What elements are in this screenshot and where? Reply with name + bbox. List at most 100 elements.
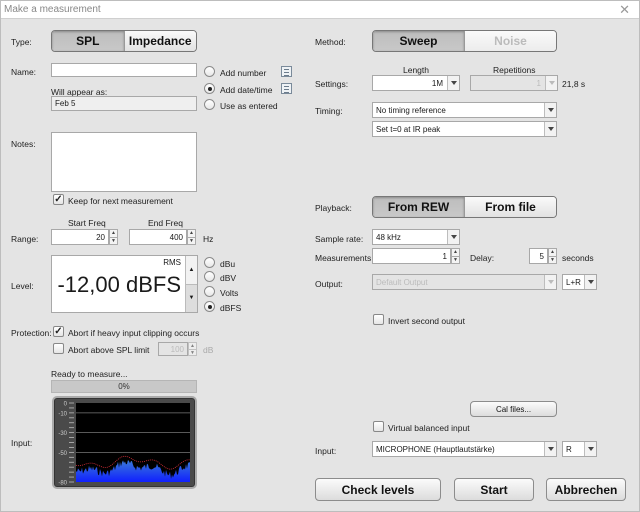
level-up-icon[interactable]: ▲	[186, 256, 197, 284]
timing-reference-select[interactable]: No timing reference	[372, 102, 557, 118]
chevron-down-icon[interactable]	[584, 442, 596, 456]
start-button[interactable]: Start	[454, 478, 534, 501]
unit-dbv-label: dBV	[220, 273, 237, 283]
end-freq-spinner[interactable]: ▲ ▼	[187, 229, 196, 245]
protection-label: Protection:	[11, 328, 52, 338]
add-datetime-radio[interactable]	[204, 83, 215, 94]
measurements-input[interactable]: 1	[372, 248, 451, 264]
length-label: Length	[403, 65, 429, 75]
output-device-select[interactable]: Default Output	[372, 274, 557, 290]
meter-scale-label: -10	[58, 411, 67, 417]
range-label: Range:	[11, 234, 39, 244]
chevron-down-icon[interactable]	[544, 442, 556, 456]
virtual-balanced-label: Virtual balanced input	[388, 423, 470, 433]
unit-dbu-radio[interactable]	[204, 257, 215, 268]
notes-textarea[interactable]	[51, 132, 197, 192]
range-unit: Hz	[203, 234, 214, 244]
use-as-entered-label: Use as entered	[220, 101, 278, 111]
method-sweep-button[interactable]: Sweep	[373, 31, 464, 51]
level-down-icon[interactable]: ▼	[186, 283, 197, 312]
type-impedance-button[interactable]: Impedance	[123, 31, 196, 51]
delay-input[interactable]: 5	[529, 248, 548, 264]
meter-scale-label: -50	[58, 451, 67, 457]
start-freq-input[interactable]: 20	[51, 229, 109, 245]
cal-files-button[interactable]: Cal files...	[470, 401, 557, 417]
progress-bar: 0%	[51, 380, 197, 393]
virtual-balanced-checkbox[interactable]	[373, 421, 384, 432]
meter-scale-label: -30	[58, 431, 67, 437]
method-toggle: Sweep Noise	[372, 30, 557, 52]
level-display[interactable]: RMS -12,00 dBFS ▲ ▼	[51, 255, 198, 313]
input-level-meter: 0 -10 -30 -50 -80	[52, 396, 197, 489]
delay-spinner[interactable]: ▲ ▼	[548, 248, 557, 264]
unit-dbv-radio[interactable]	[204, 271, 215, 282]
title-bar: Make a measurement ✕	[0, 0, 640, 19]
cancel-button[interactable]: Abbrechen	[546, 478, 626, 501]
invert-second-output-label: Invert second output	[388, 316, 466, 326]
add-datetime-label: Add date/time	[220, 85, 273, 95]
check-levels-button[interactable]: Check levels	[315, 478, 441, 501]
input-device-select[interactable]: MICROPHONE (Hauptlautstärke)	[372, 441, 557, 457]
use-as-entered-radio[interactable]	[204, 99, 215, 110]
input-meter-label: Input:	[11, 438, 33, 448]
invert-second-output-checkbox[interactable]	[373, 314, 384, 325]
type-label: Type:	[11, 37, 32, 47]
playback-from-file-button[interactable]: From file	[464, 197, 556, 217]
meter-scale-label: -80	[58, 481, 67, 487]
chevron-down-icon[interactable]	[584, 275, 596, 289]
list-icon[interactable]	[281, 83, 292, 94]
keep-notes-checkbox[interactable]: ✓	[53, 194, 64, 205]
chevron-down-icon[interactable]	[544, 122, 556, 136]
playback-from-rew-button[interactable]: From REW	[373, 197, 464, 217]
chevron-down-icon[interactable]	[545, 76, 557, 90]
meter-scale-label: 0	[64, 402, 68, 408]
close-icon[interactable]: ✕	[619, 2, 630, 18]
settings-label: Settings:	[315, 79, 349, 89]
sample-rate-label: Sample rate:	[315, 234, 364, 244]
output-label: Output:	[315, 279, 343, 289]
measurements-label: Measurements:	[315, 253, 374, 263]
level-mode: RMS	[163, 258, 181, 267]
end-freq-input[interactable]: 400	[129, 229, 187, 245]
add-number-radio[interactable]	[204, 66, 215, 77]
abort-spl-label: Abort above SPL limit	[68, 345, 150, 355]
keep-notes-label: Keep for next measurement	[68, 196, 173, 206]
unit-dbfs-label: dBFS	[220, 303, 242, 313]
name-label: Name:	[11, 67, 37, 77]
abort-clipping-checkbox[interactable]: ✓	[53, 326, 64, 337]
chevron-down-icon[interactable]	[544, 103, 556, 117]
delay-label: Delay:	[470, 253, 495, 263]
abort-clipping-label: Abort if heavy input clipping occurs	[68, 328, 200, 338]
unit-dbfs-radio[interactable]	[204, 301, 215, 312]
measurements-spinner[interactable]: ▲ ▼	[451, 248, 460, 264]
type-spl-button[interactable]: SPL	[52, 31, 124, 51]
sweep-duration: 21,8 s	[562, 79, 586, 89]
chevron-down-icon[interactable]	[447, 76, 459, 90]
playback-label: Playback:	[315, 203, 352, 213]
repetitions-label: Repetitions	[493, 65, 536, 75]
unit-volts-radio[interactable]	[204, 286, 215, 297]
type-toggle: SPL Impedance	[51, 30, 197, 52]
spl-unit: dB	[203, 345, 214, 355]
playback-toggle: From REW From file	[372, 196, 557, 218]
timing-t0-select[interactable]: Set t=0 at IR peak	[372, 121, 557, 137]
input-device-label: Input:	[315, 446, 337, 456]
list-icon[interactable]	[281, 66, 292, 77]
unit-dbu-label: dBu	[220, 259, 236, 269]
will-appear-field: Feb 5	[51, 96, 197, 111]
chevron-down-icon[interactable]	[544, 275, 556, 289]
spl-limit-spinner[interactable]: ▲ ▼	[188, 342, 197, 356]
name-input[interactable]	[51, 63, 197, 77]
unit-volts-label: Volts	[220, 288, 239, 298]
level-label: Level:	[11, 281, 34, 291]
chevron-down-icon[interactable]	[447, 230, 459, 244]
spl-limit-input[interactable]: 100	[158, 342, 188, 356]
method-label: Method:	[315, 37, 346, 47]
level-spinner[interactable]: ▲ ▼	[185, 256, 197, 312]
method-noise-button[interactable]: Noise	[464, 31, 556, 51]
abort-spl-checkbox[interactable]	[53, 343, 64, 354]
timing-label: Timing:	[315, 106, 343, 116]
start-freq-spinner[interactable]: ▲ ▼	[109, 229, 118, 245]
delay-unit: seconds	[562, 253, 594, 263]
end-freq-label: End Freq	[148, 218, 183, 228]
